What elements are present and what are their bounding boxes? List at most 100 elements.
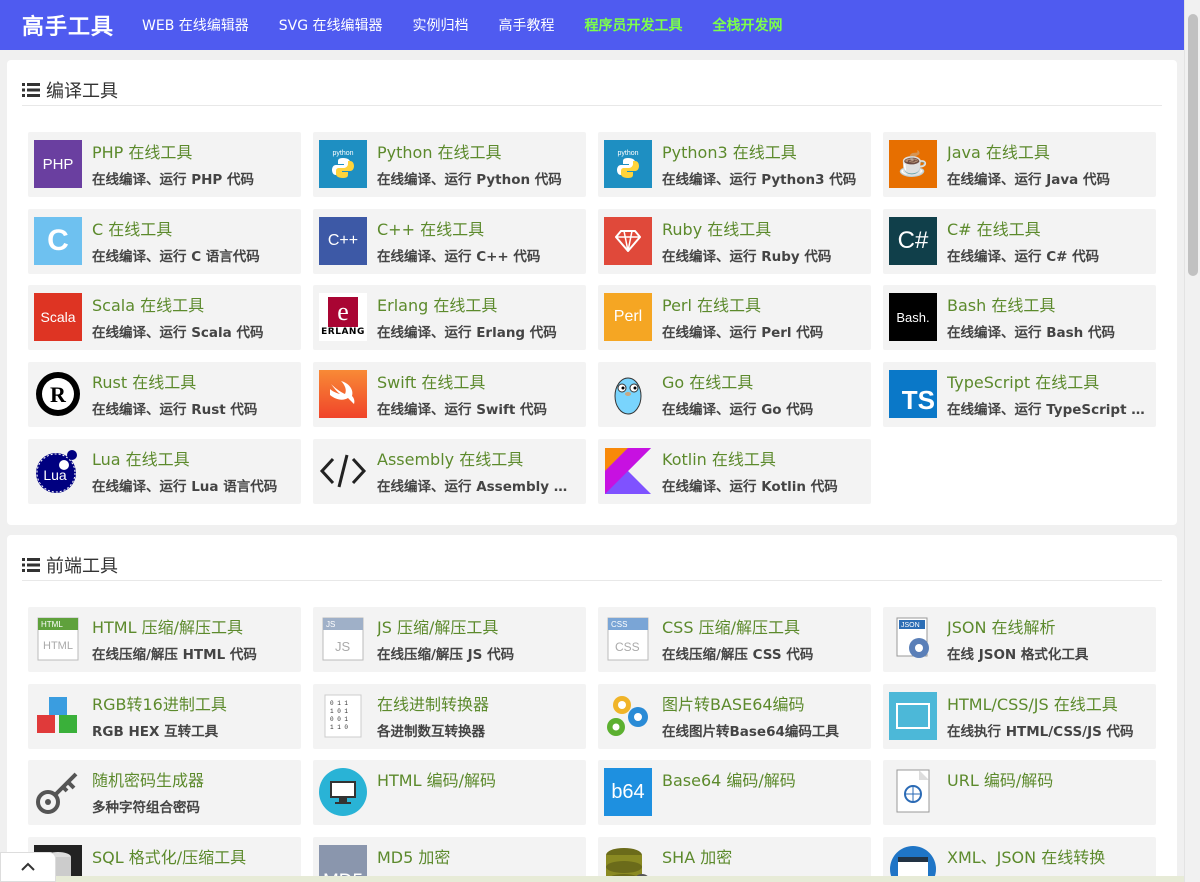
- nav-examples[interactable]: 实例归档: [413, 15, 469, 35]
- rgb-cubes-icon: [34, 692, 82, 740]
- tool-card[interactable]: HTML 编码/解码: [313, 760, 586, 825]
- tool-card[interactable]: Kotlin 在线工具 在线编译、运行 Kotlin 代码: [598, 439, 871, 504]
- url-doc-icon: [889, 768, 937, 816]
- tool-card[interactable]: python Python3 在线工具 在线编译、运行 Python3 代码: [598, 132, 871, 197]
- svg-text:0 0 1: 0 0 1: [330, 716, 348, 723]
- nav-dev-tools[interactable]: 程序员开发工具: [585, 15, 683, 35]
- svg-text:CSS: CSS: [615, 640, 640, 654]
- tool-name: Assembly 在线工具: [377, 450, 524, 469]
- tool-description: 在线编译、运行 C 语言代码: [92, 249, 260, 265]
- tool-description: 在线编译、运行 C++ 代码: [377, 249, 541, 265]
- tool-description: 在线编译、运行 Python 代码: [377, 172, 562, 188]
- tool-name: 在线进制转换器: [377, 695, 490, 714]
- svg-text:CSS: CSS: [611, 620, 627, 629]
- tool-description: 在线编译、运行 Go 代码: [662, 402, 814, 418]
- tool-description: 在线图片转Base64编码工具: [662, 724, 839, 740]
- tool-card[interactable]: PHP PHP 在线工具在线编译、运行 PHP 代码: [28, 132, 301, 197]
- svg-text:Lua: Lua: [43, 467, 67, 483]
- tool-name: 图片转BASE64编码: [662, 695, 805, 714]
- cpp-icon: C++: [319, 217, 367, 265]
- tool-name: Scala 在线工具: [92, 296, 205, 315]
- section-title: 编译工具: [46, 80, 118, 102]
- js-file-icon: JS JS: [319, 615, 367, 663]
- tool-card[interactable]: 0 1 11 0 10 0 11 1 0 在线进制转换器 各进制数互转换器: [313, 684, 586, 749]
- tool-card[interactable]: TS TypeScript 在线工具 在线编译、运行 TypeScript 代码: [883, 362, 1156, 427]
- code-window-icon: [889, 692, 937, 740]
- tool-card[interactable]: 随机密码生成器 多种字符组合密码: [28, 760, 301, 825]
- tool-card[interactable]: JS JS JS 压缩/解压工具 在线压缩/解压 JS 代码: [313, 607, 586, 672]
- back-to-top-button[interactable]: [0, 852, 56, 882]
- svg-text:HTML: HTML: [41, 620, 63, 629]
- tool-card[interactable]: Go 在线工具在线编译、运行 Go 代码: [598, 362, 871, 427]
- tool-description: 在线编译、运行 Lua 语言代码: [92, 479, 278, 495]
- tool-description: 在线编译、运行 PHP 代码: [92, 172, 254, 188]
- tool-name: Python 在线工具: [377, 143, 502, 162]
- tool-card[interactable]: R Rust 在线工具 在线编译、运行 Rust 代码: [28, 362, 301, 427]
- tool-card[interactable]: URL 编码/解码: [883, 760, 1156, 825]
- tool-description: 在线编译、运行 Kotlin 代码: [662, 479, 838, 495]
- nav-svg-editor[interactable]: SVG 在线编辑器: [279, 15, 383, 35]
- tool-card[interactable]: C C 在线工具 在线编译、运行 C 语言代码: [28, 209, 301, 274]
- tool-name: HTML/CSS/JS 在线工具: [947, 695, 1118, 714]
- tool-name: Rust 在线工具: [92, 373, 197, 392]
- tool-card[interactable]: HTML HTML HTML 压缩/解压工具 在线压缩/解压 HTML 代码: [28, 607, 301, 672]
- horizontal-scrollbar[interactable]: [0, 876, 1184, 882]
- csharp-icon: C#: [889, 217, 937, 265]
- section-header: 编译工具: [22, 74, 1162, 106]
- nav-tutorials[interactable]: 高手教程: [499, 15, 555, 35]
- tool-name: JSON 在线解析: [947, 618, 1056, 637]
- tool-description: RGB HEX 互转工具: [92, 724, 219, 740]
- tool-name: 随机密码生成器: [92, 771, 205, 790]
- tool-card[interactable]: RGB转16进制工具 RGB HEX 互转工具: [28, 684, 301, 749]
- nav-web-editor[interactable]: WEB 在线编辑器: [142, 15, 249, 35]
- tool-name: Perl 在线工具: [662, 296, 762, 315]
- tool-description: 在线编译、运行 Swift 代码: [377, 402, 548, 418]
- tool-card[interactable]: ☕ Java 在线工具 在线编译、运行 Java 代码: [883, 132, 1156, 197]
- ruby-icon: [604, 217, 652, 265]
- tool-name: Go 在线工具: [662, 373, 754, 392]
- tool-card[interactable]: Bash. Bash 在线工具 在线编译、运行 Bash 代码: [883, 285, 1156, 350]
- tool-description: 在线压缩/解压 CSS 代码: [662, 647, 814, 663]
- json-gear-icon: JSON: [889, 615, 937, 663]
- nav-fullstack[interactable]: 全栈开发网: [713, 15, 783, 35]
- tool-card[interactable]: C# C# 在线工具 在线编译、运行 C# 代码: [883, 209, 1156, 274]
- tool-card[interactable]: Swift 在线工具在线编译、运行 Swift 代码: [313, 362, 586, 427]
- tool-description: 在线压缩/解压 HTML 代码: [92, 647, 257, 663]
- kotlin-icon: [604, 447, 652, 495]
- erlang-icon: e ERLANG: [319, 293, 367, 341]
- tool-card[interactable]: Lua Lua 在线工具 在线编译、运行 Lua 语言代码: [28, 439, 301, 504]
- tool-card[interactable]: 图片转BASE64编码在线图片转Base64编码工具: [598, 684, 871, 749]
- scrollbar-thumb[interactable]: [1188, 14, 1198, 276]
- gears-icon: [604, 692, 652, 740]
- tool-name: PHP 在线工具: [92, 143, 193, 162]
- tool-name: HTML 压缩/解压工具: [92, 618, 244, 637]
- tool-card[interactable]: Ruby 在线工具 在线编译、运行 Ruby 代码: [598, 209, 871, 274]
- tool-name: SHA 加密: [662, 848, 733, 867]
- svg-text:JS: JS: [326, 620, 335, 629]
- tool-description: 在线编译、运行 Bash 代码: [947, 325, 1115, 341]
- site-logo[interactable]: 高手工具: [22, 9, 114, 41]
- svg-text:R: R: [50, 382, 67, 407]
- tool-description: 在线 JSON 格式化工具: [947, 647, 1089, 663]
- perl-icon: Perl: [604, 293, 652, 341]
- tool-card[interactable]: HTML/CSS/JS 在线工具 在线执行 HTML/CSS/JS 代码: [883, 684, 1156, 749]
- tool-card[interactable]: CSS CSS CSS 压缩/解压工具 在线压缩/解压 CSS 代码: [598, 607, 871, 672]
- tool-card[interactable]: b64 Base64 编码/解码: [598, 760, 871, 825]
- tool-card[interactable]: JSON JSON 在线解析在线 JSON 格式化工具: [883, 607, 1156, 672]
- tool-card[interactable]: e ERLANG Erlang 在线工具 在线编译、运行 Erlang 代码: [313, 285, 586, 350]
- lua-icon: Lua: [34, 447, 82, 495]
- tool-description: 在线编译、运行 Scala 代码: [92, 325, 264, 341]
- vertical-scrollbar[interactable]: [1184, 0, 1200, 882]
- tool-name: SQL 格式化/压缩工具: [92, 848, 247, 867]
- tool-description: 在线编译、运行 C# 代码: [947, 249, 1100, 265]
- tool-card[interactable]: Assembly 在线工具 在线编译、运行 Assembly 代码: [313, 439, 586, 504]
- tool-card[interactable]: python Python 在线工具 在线编译、运行 Python 代码: [313, 132, 586, 197]
- tool-card[interactable]: Perl Perl 在线工具 在线编译、运行 Perl 代码: [598, 285, 871, 350]
- tool-name: Swift 在线工具: [377, 373, 486, 392]
- tool-card[interactable]: C++ C++ 在线工具在线编译、运行 C++ 代码: [313, 209, 586, 274]
- typescript-icon: TS: [889, 370, 937, 418]
- php-icon: PHP: [34, 140, 82, 188]
- chevron-up-icon: [21, 862, 35, 871]
- tool-card[interactable]: Scala Scala 在线工具 在线编译、运行 Scala 代码: [28, 285, 301, 350]
- tool-name: C++ 在线工具: [377, 220, 485, 239]
